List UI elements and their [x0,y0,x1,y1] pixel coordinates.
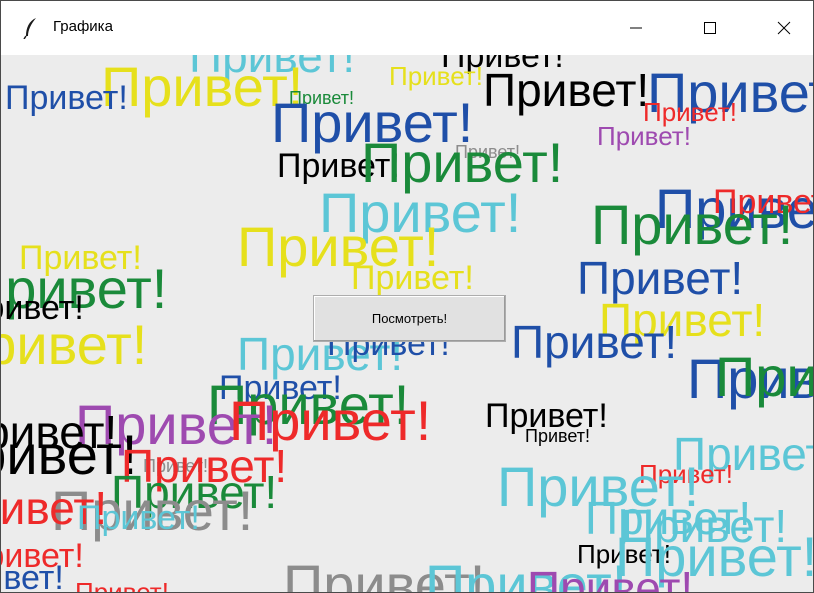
greeting-text: Привет! [525,426,591,446]
feather-icon [23,17,39,40]
greeting-text: Привет! [597,121,691,151]
greeting-text: Привет! [351,259,474,297]
greeting-text: Привет! [77,499,200,537]
greeting-text: Привет! [591,193,794,256]
title-bar[interactable]: Графика [1,1,813,55]
greeting-text: Привет! [483,64,650,116]
greeting-text: Привет! [1,313,148,376]
maximize-button[interactable] [687,1,733,55]
app-window: Графика Привет! Привет! Привет! Привет! … [0,0,814,593]
minimize-icon [630,27,642,29]
greeting-text: Привет! [389,61,483,91]
close-icon [777,21,791,35]
window-title: Графика [53,18,113,35]
greeting-text: Привет! [75,577,169,592]
view-button[interactable]: Посмотреть! [313,295,506,342]
greeting-text: Привет! [511,316,678,368]
greeting-text: Привет! [1,559,64,592]
greeting-text: Привет! [527,562,694,592]
maximize-icon [704,22,716,34]
greeting-text: Привет! [715,345,813,408]
minimize-button[interactable] [613,1,659,55]
greeting-text: Привет! [5,79,128,117]
close-button[interactable] [761,1,807,55]
drawing-canvas: Привет! Привет! Привет! Привет! Привет! … [1,55,813,592]
